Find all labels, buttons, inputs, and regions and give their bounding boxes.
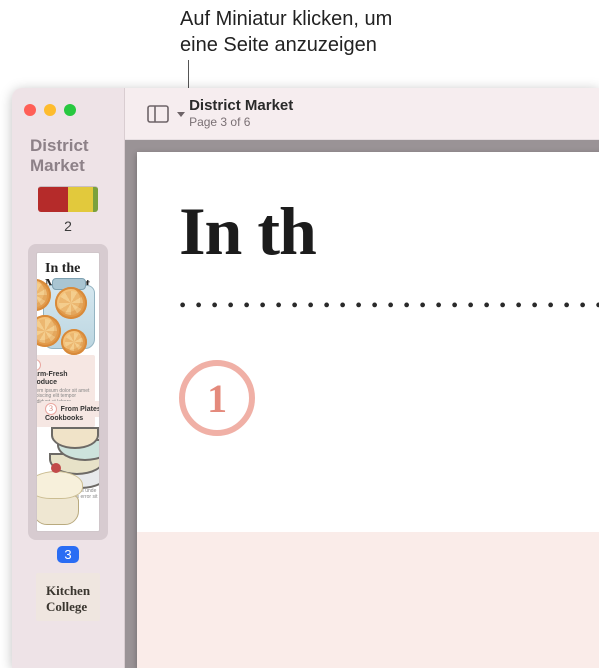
thumbnail-page-3-preview: In the Market 1 Fill Them Cupboards Lore… [36,252,100,532]
section-2-title: Farm-Fresh Produce [36,371,91,388]
callout-line2: eine Seite anzuzeigen [180,32,392,58]
callout-line1: Auf Miniatur klicken, um [180,6,392,32]
chevron-down-icon [177,112,185,117]
thumbnail-list[interactable]: 2 In the Market 1 Fill Them Cupboards Lo… [12,186,124,668]
thumbnail-page-2-number: 2 [28,218,108,234]
page-indicator: Page 3 of 6 [189,115,293,129]
app-window: District Market 2 In the Market 1 Fill T… [12,88,599,668]
thumbnail-page-3-number: 3 [28,546,108,563]
thumb4-title: Kitchen College [46,583,90,615]
pink-background [137,532,599,668]
thumbnail-page-4[interactable]: Kitchen College [36,573,100,621]
window-controls [24,104,76,116]
page-canvas[interactable]: In th • • • • • • • • • • • • • • • • • … [125,140,599,668]
jar-illustration [267,652,527,668]
sidebar-doc-title: District Market [12,132,124,186]
zoom-button[interactable] [64,104,76,116]
thumbnail-page-3[interactable]: In the Market 1 Fill Them Cupboards Lore… [28,244,108,540]
sidebar-icon [147,105,169,123]
step-number-1: 1 [179,360,255,436]
document-meta[interactable]: District Market Page 3 of 6 [189,97,293,129]
minimize-button[interactable] [44,104,56,116]
help-callout: Auf Miniatur klicken, um eine Seite anzu… [180,6,392,58]
thumbnail-sidebar: District Market 2 In the Market 1 Fill T… [12,88,125,668]
thumbnail-page-2[interactable] [38,186,98,212]
view-mode-button[interactable] [139,100,177,128]
mini-number-2: 2 [36,359,41,371]
section-1-title: Fill Them Cupboards [99,299,100,316]
main-content: District Market Page 3 of 6 In th • • • … [125,88,599,668]
mini-number-3: 3 [45,403,57,415]
page-3-content: In th • • • • • • • • • • • • • • • • • … [137,152,599,668]
close-button[interactable] [24,104,36,116]
dessert-icon [36,465,93,525]
document-title: District Market [189,97,293,115]
window-titlebar [12,88,124,132]
mini-number-1: 1 [99,287,100,299]
page-heading: In th [179,192,599,271]
toolbar: District Market Page 3 of 6 [125,88,599,140]
divider-dots: • • • • • • • • • • • • • • • • • • • • … [179,295,599,318]
